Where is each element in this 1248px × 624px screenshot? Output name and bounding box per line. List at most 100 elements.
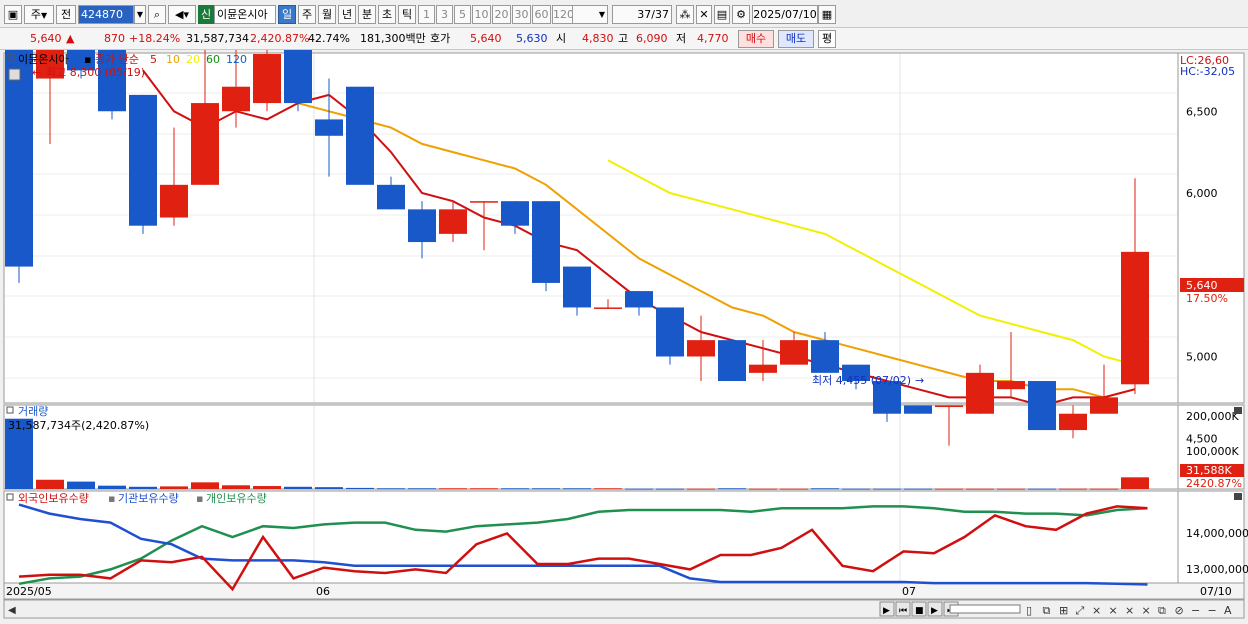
volume-bar[interactable] (439, 488, 467, 490)
volume-bar[interactable] (780, 488, 808, 490)
candle[interactable] (253, 54, 281, 104)
volume-bar[interactable] (997, 488, 1025, 490)
candle[interactable] (966, 372, 994, 414)
volume-bar[interactable] (377, 488, 405, 490)
interval-select[interactable]: ▼ (572, 5, 608, 24)
window-icon[interactable]: ▣ (4, 5, 22, 24)
volume-bar[interactable] (656, 488, 684, 490)
volume-bar[interactable] (222, 485, 250, 489)
date-input[interactable]: 2025/07/10 (752, 5, 818, 24)
minute-step-1[interactable]: 1 (418, 5, 435, 24)
volume-bar[interactable] (563, 488, 591, 490)
candle[interactable] (811, 340, 839, 373)
volume-bar[interactable] (36, 479, 64, 489)
candle[interactable] (222, 86, 250, 112)
zoom-out-icon[interactable]: − (1191, 604, 1200, 617)
grid-icon[interactable]: ⁂ (676, 5, 694, 24)
volume-bar[interactable] (966, 488, 994, 490)
candle[interactable] (687, 340, 715, 357)
minute-step-20[interactable]: 20 (492, 5, 511, 24)
volume-bar[interactable] (687, 488, 715, 490)
volume-bar[interactable] (129, 486, 157, 489)
volume-bar[interactable] (470, 488, 498, 490)
timeframe-tab-2[interactable]: 월 (318, 5, 336, 24)
zoom-minus-icon[interactable]: − (1208, 604, 1217, 617)
minute-step-5[interactable]: 5 (454, 5, 471, 24)
tool-6-icon[interactable]: ⨯ (1109, 604, 1118, 617)
volume-bar[interactable] (625, 488, 653, 490)
candle[interactable] (997, 381, 1025, 390)
buy-button[interactable]: 매수 (738, 30, 774, 48)
candle[interactable] (346, 86, 374, 185)
candle[interactable] (284, 45, 312, 104)
gear-icon[interactable]: ⚙ (732, 5, 750, 24)
period-select[interactable]: 주▼ (24, 5, 54, 24)
holdings-close-icon[interactable] (1234, 493, 1242, 500)
font-icon[interactable]: A (1224, 604, 1232, 617)
speaker-icon[interactable]: ◀▾ (168, 5, 196, 24)
search-icon[interactable]: ⌕ (148, 5, 166, 24)
tool-4-icon[interactable]: ⤢ (1076, 604, 1085, 617)
volume-bar[interactable] (160, 486, 188, 489)
count-field[interactable]: 37/37 (612, 5, 672, 24)
volume-bar[interactable] (749, 488, 777, 490)
volume-bar[interactable] (1121, 477, 1149, 489)
volume-bar[interactable] (532, 488, 560, 490)
volume-bar[interactable] (98, 485, 126, 489)
candle[interactable] (439, 209, 467, 234)
sell-button[interactable]: 매도 (778, 30, 814, 48)
candle[interactable] (501, 201, 529, 226)
candle[interactable] (780, 340, 808, 365)
candle[interactable] (315, 119, 343, 136)
tool-7-icon[interactable]: ⨯ (1125, 604, 1134, 617)
volume-bar[interactable] (594, 488, 622, 490)
tool-8-icon[interactable]: ⨯ (1142, 604, 1151, 617)
volume-bar[interactable] (67, 481, 95, 489)
minute-step-3[interactable]: 3 (436, 5, 453, 24)
minute-step-120[interactable]: 120 (552, 5, 574, 24)
candle[interactable] (5, 0, 33, 267)
volume-bar[interactable] (1090, 488, 1118, 490)
candle[interactable] (1028, 381, 1056, 431)
minute-step-10[interactable]: 10 (472, 5, 491, 24)
tool-3-icon[interactable]: ⊞ (1059, 604, 1068, 617)
timeframe-tab-4[interactable]: 분 (358, 5, 376, 24)
timeframe-tab-3[interactable]: 년 (338, 5, 356, 24)
volume-bar[interactable] (935, 488, 963, 490)
volume-bar[interactable] (253, 486, 281, 489)
candle[interactable] (718, 340, 746, 382)
candle[interactable] (563, 266, 591, 308)
minute-step-30[interactable]: 30 (512, 5, 531, 24)
chart-svg[interactable]: 이뮨온시아 ▪ 종가 단순 5 10 20 60 120 ← 최고 8,300 … (0, 0, 1248, 621)
candle[interactable] (532, 201, 560, 283)
volume-panel[interactable] (3, 404, 1179, 490)
save-icon[interactable]: ▤ (714, 5, 730, 24)
candle[interactable] (1121, 251, 1149, 385)
timeframe-tab-5[interactable]: 초 (378, 5, 396, 24)
volume-bar[interactable] (842, 488, 870, 490)
volume-bar[interactable] (315, 487, 343, 489)
minute-step-60[interactable]: 60 (532, 5, 551, 24)
candle[interactable] (625, 291, 653, 308)
stock-code-input[interactable]: 424870 (78, 5, 134, 24)
volume-bar[interactable] (346, 487, 374, 489)
volume-bar[interactable] (501, 488, 529, 490)
candle[interactable] (935, 405, 963, 408)
tool-9-icon[interactable]: ⧉ (1158, 604, 1166, 617)
candle[interactable] (1090, 397, 1118, 414)
calendar-icon[interactable] (8, 68, 21, 81)
tool-10-icon[interactable]: ⊘ (1175, 604, 1184, 617)
eval-button[interactable]: 평 (818, 30, 836, 48)
crosshair-icon[interactable]: ✕ (696, 5, 712, 24)
volume-bar[interactable] (1028, 488, 1056, 490)
scroll-bar[interactable] (3, 599, 1245, 619)
tool-1-icon[interactable]: ▯ (1026, 604, 1032, 617)
volume-bar[interactable] (873, 488, 901, 490)
volume-bar[interactable] (1059, 488, 1087, 490)
candle[interactable] (470, 201, 498, 203)
tool-2-icon[interactable]: ⧉ (1043, 604, 1051, 617)
candle[interactable] (191, 103, 219, 185)
volume-bar[interactable] (191, 482, 219, 489)
prev-button[interactable]: 전 (56, 5, 76, 24)
candle[interactable] (408, 209, 436, 243)
